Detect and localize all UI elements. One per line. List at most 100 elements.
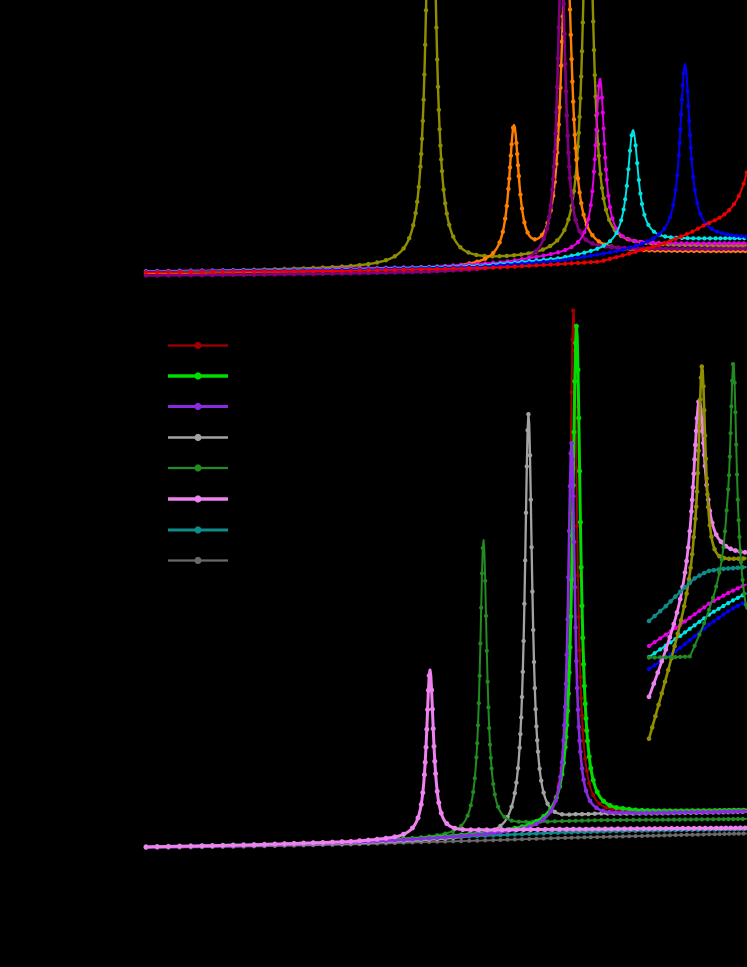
- data-point-marker: [682, 630, 688, 635]
- data-point-marker: [143, 844, 149, 850]
- data-point-marker: [549, 826, 555, 832]
- data-point-marker: [714, 584, 719, 589]
- data-point-marker: [291, 841, 297, 846]
- data-point-marker: [685, 89, 690, 94]
- data-point-marker: [680, 83, 685, 88]
- data-point-marker: [432, 758, 438, 764]
- data-point-marker: [435, 266, 440, 271]
- data-point-marker: [682, 654, 688, 659]
- data-point-marker: [661, 810, 666, 815]
- data-point-marker: [701, 241, 706, 246]
- data-point-marker: [712, 832, 717, 837]
- data-point-marker: [579, 603, 585, 609]
- data-point-marker: [422, 759, 428, 765]
- data-point-marker: [375, 260, 380, 265]
- data-point-marker: [660, 817, 665, 822]
- data-point-marker: [590, 241, 595, 246]
- legend-marker-icon: [194, 402, 202, 411]
- data-point-marker: [519, 694, 525, 700]
- data-point-marker: [451, 266, 456, 271]
- data-point-marker: [519, 831, 525, 837]
- data-point-marker: [471, 789, 476, 795]
- data-point-marker: [640, 834, 644, 838]
- bottom-panel-series-violet-markers: [143, 673, 747, 850]
- data-point-marker: [534, 263, 539, 268]
- data-point-marker: [668, 599, 673, 604]
- data-point-marker: [701, 384, 706, 389]
- data-point-marker: [499, 827, 505, 833]
- data-point-marker: [590, 189, 595, 194]
- data-point-marker: [431, 743, 437, 749]
- data-point-marker: [655, 670, 661, 675]
- data-point-marker: [635, 161, 640, 166]
- data-point-marker: [602, 826, 608, 832]
- data-point-marker: [581, 777, 586, 782]
- legend-entry-lime: [168, 372, 228, 380]
- data-point-marker: [476, 701, 481, 706]
- data-point-marker: [689, 497, 695, 503]
- data-point-marker: [677, 589, 683, 595]
- data-point-marker: [613, 805, 619, 811]
- data-point-marker: [563, 835, 568, 840]
- data-point-marker: [514, 780, 519, 785]
- data-point-marker: [721, 603, 726, 609]
- data-point-marker: [504, 253, 509, 259]
- legend-entry-firebrick: [168, 341, 228, 350]
- data-point-marker: [591, 169, 597, 174]
- data-point-marker: [541, 817, 546, 822]
- data-point-marker: [721, 545, 726, 550]
- data-point-marker: [583, 716, 589, 721]
- data-point-marker: [502, 814, 507, 819]
- data-point-marker: [690, 229, 695, 234]
- data-point-marker: [684, 591, 689, 596]
- data-point-marker: [569, 261, 574, 266]
- data-point-marker: [484, 827, 490, 833]
- data-point-marker: [722, 529, 728, 534]
- data-point-marker: [505, 264, 510, 270]
- data-point-marker: [578, 674, 583, 679]
- data-point-marker: [423, 42, 428, 47]
- data-point-marker: [578, 564, 584, 570]
- data-point-marker: [444, 821, 450, 827]
- data-point-marker: [730, 588, 736, 593]
- data-point-marker: [567, 812, 572, 817]
- data-point-marker: [466, 832, 472, 838]
- data-point-marker: [646, 655, 652, 660]
- data-point-marker: [585, 738, 591, 744]
- data-point-marker: [603, 167, 609, 172]
- data-point-marker: [651, 240, 656, 245]
- data-point-marker: [556, 785, 562, 790]
- legend-marker-icon: [194, 372, 202, 380]
- data-point-marker: [741, 181, 746, 186]
- data-point-marker: [442, 834, 448, 840]
- data-point-marker: [421, 772, 427, 778]
- data-point-marker: [649, 817, 654, 822]
- data-point-marker: [627, 245, 632, 250]
- data-point-marker: [627, 834, 632, 839]
- data-point-marker: [708, 825, 714, 831]
- data-point-marker: [573, 340, 579, 346]
- data-point-marker: [570, 457, 575, 462]
- data-point-marker: [581, 661, 587, 667]
- data-point-marker: [537, 766, 542, 771]
- data-point-marker: [673, 594, 678, 599]
- data-point-marker: [737, 825, 743, 831]
- data-point-marker: [718, 236, 723, 241]
- data-point-marker: [697, 573, 702, 578]
- data-point-marker: [420, 790, 426, 796]
- data-point-marker: [155, 270, 160, 275]
- data-point-marker: [513, 827, 519, 833]
- data-point-marker: [495, 804, 501, 809]
- data-point-marker: [458, 245, 463, 250]
- data-point-marker: [572, 378, 578, 384]
- data-point-marker: [571, 308, 576, 313]
- data-point-marker: [600, 110, 605, 115]
- data-point-marker: [420, 118, 425, 124]
- data-point-marker: [668, 655, 673, 660]
- data-point-marker: [586, 818, 591, 823]
- data-point-marker: [282, 269, 287, 274]
- data-point-marker: [735, 816, 741, 822]
- data-point-marker: [656, 243, 661, 248]
- data-point-marker: [580, 635, 586, 641]
- data-point-marker: [552, 149, 558, 155]
